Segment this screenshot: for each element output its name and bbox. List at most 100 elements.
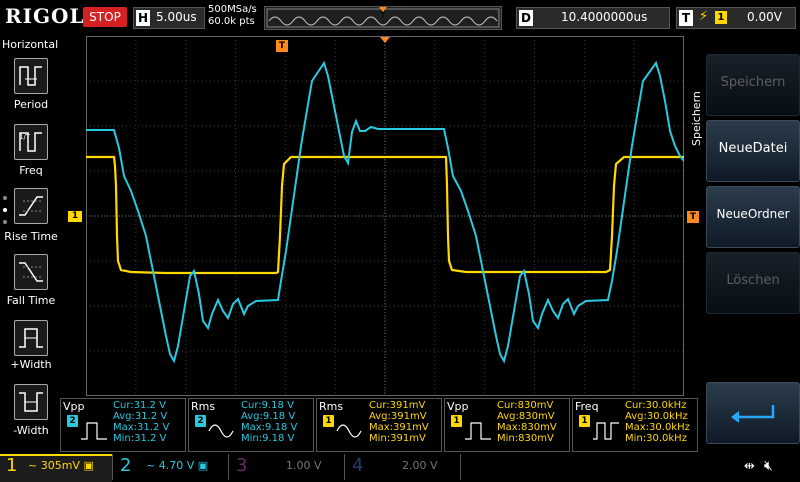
speaker-mute-icon[interactable]: 🔇︎ [764,458,773,474]
memory-waveform-icon: T [266,7,500,28]
freq-label: Freq [19,164,43,177]
save-menu-title: Speichern [690,91,703,146]
back-button[interactable] [706,382,800,444]
neueordner-button[interactable]: NeueOrdner [706,186,800,248]
channel-chip: 2 [67,415,78,427]
measurement-name: Vpp [63,400,85,413]
min-value: Min:9.18 V [241,433,295,444]
memory-depth: 60.0k pts [208,16,255,27]
ch1-number: 1 [6,455,18,476]
measurement-vpp-ch2[interactable]: Vpp 2 Cur:31.2 V Avg:31.2 V Max:31.2 V M… [60,398,186,452]
vpp-icon [465,422,491,440]
max-value: Max:830mV [497,422,557,433]
trigger-level-marker[interactable]: T [687,211,699,223]
channel-chip: 1 [323,415,334,427]
neuedatei-label: NeueDatei [718,141,788,156]
cur-value: Cur:830mV [497,400,554,411]
trigger-box[interactable]: T ⚡ 1 0.00V [676,7,796,29]
measurement-rms-ch2[interactable]: Rms 2 Cur:9.18 V Avg:9.18 V Max:9.18 V M… [188,398,314,452]
ch4-scale: 2.00 V [402,459,438,472]
horizontal-tag: H [136,10,150,26]
svg-text:T: T [380,11,386,20]
ch3-number[interactable]: 3 [236,455,247,476]
cur-value: Cur:31.2 V [113,400,166,411]
waveform-display[interactable]: 1 T T [68,36,699,396]
fall-time-icon [19,262,43,282]
avg-value: Avg:391mV [369,411,427,422]
loeschen-button[interactable]: Löschen [706,252,800,314]
timebase-value: 5.00us [156,10,197,24]
plus-width-button[interactable] [14,320,48,356]
ch1-scale: ~ 305mV ▣ [28,459,94,472]
fall-time-button[interactable] [14,254,48,290]
freq-icon: 1/T [19,132,42,152]
plus-width-label: +Width [10,358,52,371]
max-value: Max:30.0kHz [625,422,690,433]
speichern-button[interactable]: Speichern [706,54,800,116]
measurement-name: Freq [575,400,599,413]
minus-width-label: -Width [13,424,49,437]
rise-time-icon [19,196,43,216]
run-stop-indicator[interactable]: STOP [83,7,127,27]
freq-button[interactable]: 1/T [14,124,48,160]
min-value: Min:31.2 V [113,433,167,444]
neuedatei-button[interactable]: NeueDatei [706,120,800,182]
freq-icon [593,422,619,440]
ch2-number[interactable]: 2 [120,455,131,476]
rise-time-label: Rise Time [4,230,58,243]
ch4-number[interactable]: 4 [352,455,363,476]
memory-overview-strip: T [264,6,502,30]
vpp-icon [81,422,107,440]
avg-value: Avg:830mV [497,411,555,422]
avg-value: Avg:30.0kHz [625,411,688,422]
max-value: Max:31.2 V [113,422,170,433]
horizontal-measure-menu: Horizontal Period 1/T Freq Rise Time Fal… [0,36,62,452]
measurement-name: Rms [191,400,216,413]
max-value: Max:391mV [369,422,429,433]
measurement-bar: Vpp 2 Cur:31.2 V Avg:31.2 V Max:31.2 V M… [60,398,700,452]
min-value: Min:30.0kHz [625,433,687,444]
min-value: Min:391mV [369,433,426,444]
cur-value: Cur:30.0kHz [625,400,687,411]
period-label: Period [13,98,49,111]
measurement-name: Rms [319,400,344,413]
channel-bar: 1 ~ 305mV ▣ 2 ~ 4.70 V ▣ 3 1.00 V 4 2.00… [0,454,800,482]
period-icon [19,66,42,86]
delay-box[interactable]: D 10.4000000us [516,7,670,29]
minus-width-icon [19,392,43,412]
channel-chip: 2 [195,415,206,427]
rigol-logo: RIGOL [5,4,85,28]
ch1-ground-marker[interactable]: 1 [68,211,82,222]
avg-value: Avg:31.2 V [113,411,168,422]
trigger-marker-top: T [276,40,288,52]
top-status-bar: RIGOL STOP H 5.00us 500MSa/s 60.0k pts T… [0,0,800,36]
minus-width-button[interactable] [14,384,48,420]
period-button[interactable] [14,58,48,94]
return-arrow-icon [731,405,775,423]
channel-chip: 1 [451,415,462,427]
waveform-canvas[interactable] [86,36,685,396]
cur-value: Cur:391mV [369,400,426,411]
delay-tag: D [519,10,533,26]
min-value: Min:830mV [497,433,554,444]
rising-edge-icon: ⚡ [699,9,709,24]
max-value: Max:9.18 V [241,422,298,433]
measurement-rms-ch1[interactable]: Rms 1 Cur:391mV Avg:391mV Max:391mV Min:… [316,398,442,452]
ch3-scale: 1.00 V [286,459,322,472]
measurement-vpp-ch1[interactable]: Vpp 1 Cur:830mV Avg:830mV Max:830mV Min:… [444,398,570,452]
loeschen-label: Löschen [726,273,780,288]
menu-title: Horizontal [2,38,59,51]
ch2-scale: ~ 4.70 V ▣ [146,459,209,472]
svg-text:1/T: 1/T [19,133,31,141]
measurement-freq-ch1[interactable]: Freq 1 Cur:30.0kHz Avg:30.0kHz Max:30.0k… [572,398,698,452]
trigger-tag: T [679,10,693,26]
rms-icon [208,424,234,438]
timebase-box[interactable]: H 5.00us [133,7,205,29]
speichern-label: Speichern [720,75,786,90]
trigger-level: 0.00V [747,10,782,24]
rms-icon [336,424,362,438]
measurement-name: Vpp [447,400,469,413]
rise-time-button[interactable] [14,188,48,224]
avg-value: Avg:9.18 V [241,411,296,422]
channel-chip: 1 [579,415,590,427]
